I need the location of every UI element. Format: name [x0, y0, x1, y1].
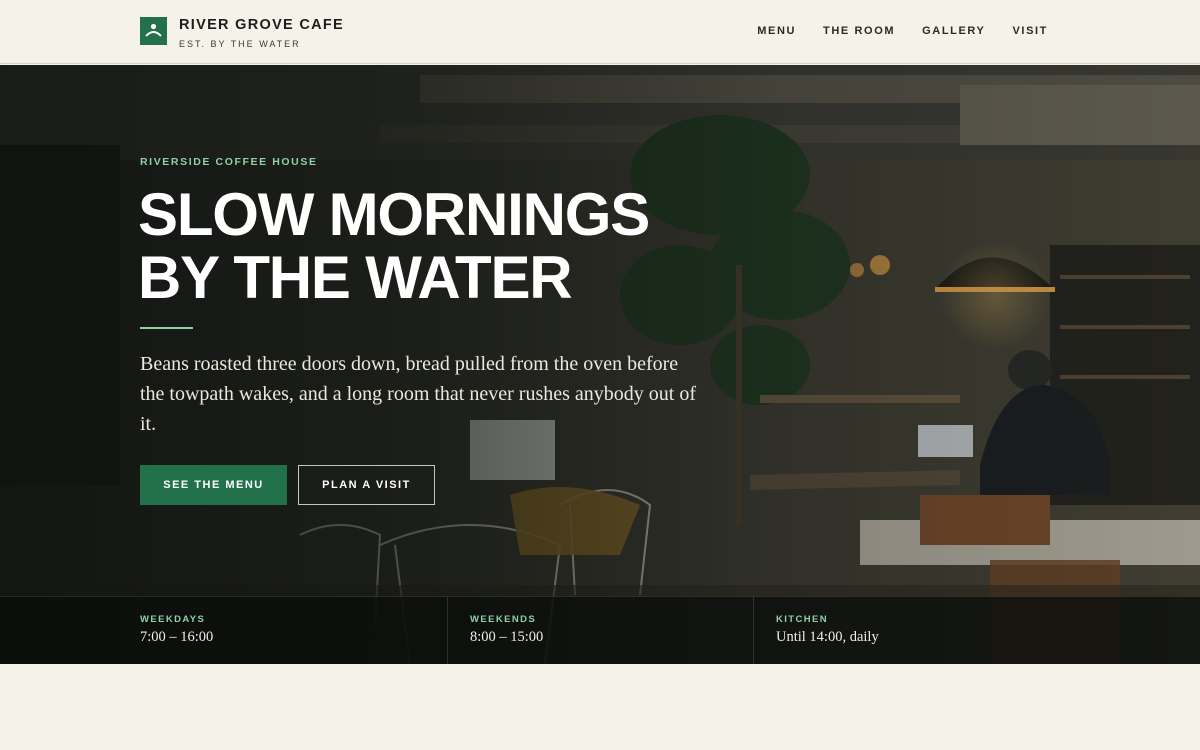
nav-link-visit[interactable]: VISIT — [1012, 24, 1048, 38]
brand-name: RIVER GROVE CAFE — [179, 17, 345, 33]
hero-description: Beans roasted three doors down, bread pu… — [140, 353, 696, 435]
plan-a-visit-button[interactable]: PLAN A VISIT — [298, 465, 435, 505]
nav-link-gallery[interactable]: GALLERY — [922, 24, 985, 38]
main-nav: MENU THE ROOM GALLERY VISIT — [757, 24, 1048, 38]
person-arch-icon — [140, 17, 167, 45]
hours-kitchen: KITCHEN Until 14:00, daily — [753, 597, 879, 664]
see-the-menu-button[interactable]: SEE THE MENU — [140, 465, 287, 505]
hero-eyebrow: RIVERSIDE COFFEE HOUSE — [140, 156, 318, 168]
headline-line-1: SLOW MORNINGS — [138, 181, 650, 248]
brand-tagline: EST. BY THE WATER — [179, 39, 301, 49]
nav-link-the-room[interactable]: THE ROOM — [823, 24, 895, 38]
hours-label: WEEKENDS — [470, 614, 537, 625]
opening-hours-bar: WEEKDAYS 7:00 – 16:00 WEEKENDS 8:00 – 15… — [0, 596, 1200, 664]
hours-weekdays: WEEKDAYS 7:00 – 16:00 — [140, 597, 213, 664]
hours-weekends: WEEKENDS 8:00 – 15:00 — [447, 597, 543, 664]
hero-divider — [140, 327, 193, 329]
hours-label: WEEKDAYS — [140, 614, 206, 625]
nav-link-menu[interactable]: MENU — [757, 24, 796, 38]
hero-headline: SLOW MORNINGS BY THE WATER — [138, 183, 778, 309]
hero-section: RIVERSIDE COFFEE HOUSE SLOW MORNINGS BY … — [0, 65, 1200, 664]
hours-value: Until 14:00, daily — [776, 629, 879, 645]
headline-line-2: BY THE WATER — [138, 244, 573, 311]
hours-value: 7:00 – 16:00 — [140, 629, 214, 645]
brand-logo-link[interactable]: RIVER GROVE CAFE EST. BY THE WATER — [140, 17, 344, 49]
hours-value: 8:00 – 15:00 — [470, 629, 544, 645]
hours-label: KITCHEN — [776, 614, 829, 625]
site-header: RIVER GROVE CAFE EST. BY THE WATER MENU … — [0, 0, 1200, 64]
